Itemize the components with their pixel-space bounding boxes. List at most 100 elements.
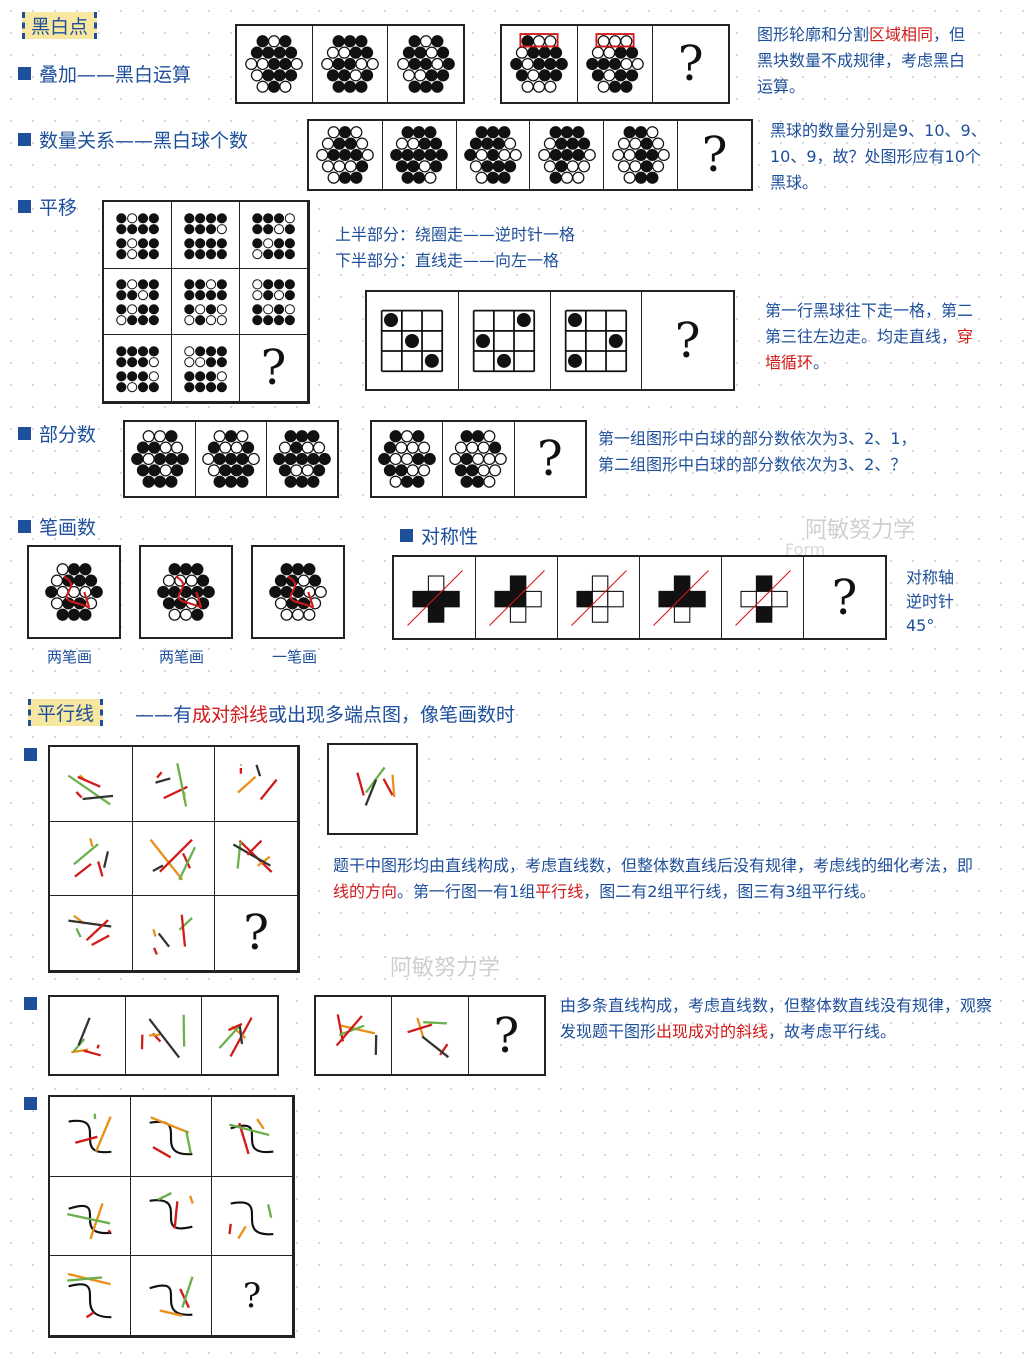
question-cell: ? [212,1256,293,1336]
note-text: 。第一行图一有1组 [397,882,536,901]
puzzle-cell [309,121,383,189]
desc-text: 或出现多端点图，像笔画数时 [268,704,516,726]
puzzle-cell [329,745,416,833]
heading-symmetry: 对称性 [400,522,478,549]
puzzle-cell [202,997,277,1074]
figure-drawing [67,774,113,806]
figure-drawing [68,1114,112,1154]
figure-drawing [115,346,159,393]
figure-drawing [406,569,463,626]
caption: 一笔画 [272,648,318,666]
heading-text: 平移 [39,197,78,219]
puzzle-cell [132,896,216,971]
puzzle-cell [172,335,240,402]
puzzle-count: ? [307,119,753,191]
note-highlight: 线的方向 [333,882,398,901]
note-parallel-1: 题干中图形均由直线构成，考虑直线数，但整体数直线后没有规律，考虑线的细化考法，即… [333,853,973,905]
question-cell: ? [674,312,701,369]
watermark: 阿敏努力学 [390,956,501,981]
note-translation-top: 上半部分：绕圈走——逆时针一格 下半部分：直线走——向左一格 [335,222,575,274]
puzzle-cell [50,1176,131,1257]
figure-drawing [355,766,395,806]
question-cell: ? [701,127,728,183]
figure-drawing [449,430,508,488]
figure-drawing [45,563,103,621]
figure-drawing [245,35,304,93]
puzzle-cell [50,1097,131,1177]
puzzle-cell [388,26,463,102]
puzzle-cell [316,997,393,1074]
figure-drawing [229,1118,274,1155]
figure-drawing [152,914,194,956]
puzzle-cell [383,121,457,189]
figure-drawing [228,1201,274,1240]
puzzle-cell [530,121,605,189]
puzzle-cell [372,422,444,496]
note-line: 45° [906,616,935,635]
figure-drawing [251,279,295,326]
puzzle-cell [50,1256,131,1336]
figure-drawing [464,126,522,184]
puzzle-cell [502,26,578,102]
puzzle-cell [394,557,476,638]
figure-drawing [269,563,327,621]
figure-drawing [488,569,545,626]
puzzle-cell [457,121,531,189]
figure-drawing [150,839,197,881]
figure-drawing [611,126,670,184]
puzzle-cell [125,422,196,496]
puzzle-translation-grid: ? [102,200,310,404]
figure-drawing [472,309,536,372]
puzzle-overlay-options: ? [500,24,730,104]
heading-text: 笔画数 [39,517,97,539]
parallel-description: ——有 成对斜线 或出现多端点图，像笔画数时 [135,700,515,727]
figure-drawing [149,1192,194,1230]
note-text: 题干中图形均由直线构成，考虑直线数，但整体数直线后没有规律，考虑线的细化考法，即 [333,856,974,875]
heading-text: 叠加——黑白运算 [39,64,192,86]
puzzle-cell [640,557,722,638]
figure-drawing [155,762,189,807]
desc-highlight: 成对斜线 [192,704,269,726]
puzzle-cell [215,747,298,822]
caption: 两笔画 [159,648,205,666]
puzzle-cell [604,121,679,189]
puzzle-cell [459,292,551,389]
figure-drawing [73,838,109,879]
figure-drawing [115,279,159,326]
figure-drawing [734,569,791,626]
puzzle-cell [476,557,558,638]
puzzle-cell [172,268,240,336]
section-tag-parallel: 平行线 [28,699,104,726]
puzzle-strokes-2 [139,545,233,639]
figure-drawing [157,563,215,621]
figure-drawing [321,35,379,93]
figure-drawing [183,213,227,260]
heading-strokes: 笔画数 [18,513,96,540]
figure-drawing [237,763,278,801]
puzzle-cell [29,547,119,637]
puzzle-cell [212,1097,293,1177]
bullet-icon [18,427,31,440]
puzzle-parallel-grid-3: ? [48,1095,295,1338]
puzzle-cell [131,1176,212,1257]
puzzle-parallel-grid-1: ? [48,745,300,973]
puzzle-translation-row: ? [365,290,735,391]
puzzle-cell [551,292,643,389]
puzzle-cell [172,202,240,269]
note-symmetry: 对称轴 逆时针 45° [906,566,954,638]
figure-drawing [510,33,569,93]
puzzle-cell [132,747,216,822]
figure-drawing [570,569,627,626]
figure-drawing [183,279,227,326]
figure-drawing [652,569,709,626]
figure-drawing [67,1272,112,1318]
bullet-icon [24,748,37,761]
puzzle-cell [104,335,172,402]
puzzle-cell [141,547,231,637]
question-cell: ? [240,335,308,402]
note-line: 下半部分：直线走——向左一格 [335,251,560,270]
puzzle-cell [367,292,459,389]
heading-parts: 部分数 [18,420,96,447]
puzzle-cell [131,1256,212,1336]
figure-drawing [407,1017,450,1058]
